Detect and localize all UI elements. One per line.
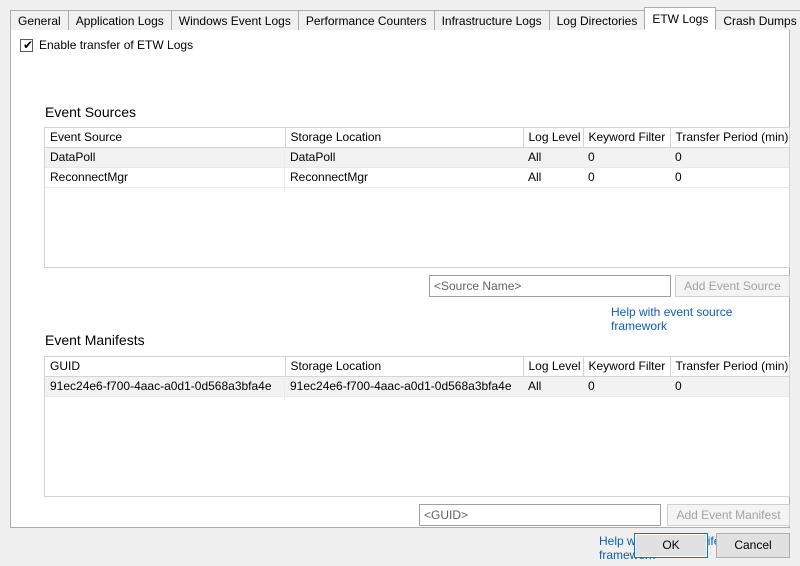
column-header-storage-location[interactable]: Storage Location — [285, 357, 524, 377]
tab-application-logs[interactable]: Application Logs — [67, 10, 172, 30]
event-manifests-table: GUID Storage Location Log Level Keyword … — [45, 357, 789, 417]
cell-log-level[interactable]: All — [523, 167, 583, 188]
grid-column-divider — [284, 150, 285, 192]
table-header-row: Event Source Storage Location Log Level … — [45, 128, 789, 148]
event-sources-table: Event Source Storage Location Log Level … — [45, 128, 789, 208]
cell-guid[interactable]: 91ec24e6-f700-4aac-a0d1-0d568a3bfa4e — [45, 376, 285, 397]
cancel-button[interactable]: Cancel — [716, 533, 790, 558]
table-row-empty — [45, 396, 789, 417]
cell-transfer-period[interactable]: 0 — [670, 167, 789, 188]
cell-storage-location[interactable]: DataPoll — [285, 147, 523, 168]
enable-transfer-checkbox[interactable]: ✔ — [20, 37, 34, 52]
event-manifests-heading: Event Manifests — [45, 332, 145, 348]
tab-crash-dumps[interactable]: Crash Dumps — [715, 10, 800, 30]
column-header-log-level[interactable]: Log Level — [523, 357, 584, 377]
column-header-guid[interactable]: GUID — [45, 357, 286, 377]
guid-input[interactable] — [419, 504, 661, 526]
cell-keyword-filter[interactable]: 0 — [583, 376, 670, 397]
event-manifests-grid[interactable]: GUID Storage Location Log Level Keyword … — [44, 356, 790, 497]
ok-button[interactable]: OK — [634, 533, 708, 558]
etw-logs-panel: ✔ Enable transfer of ETW Logs Event Sour… — [10, 29, 790, 562]
column-header-event-source[interactable]: Event Source — [45, 128, 286, 148]
tab-infrastructure-logs[interactable]: Infrastructure Logs — [433, 10, 550, 30]
cell-log-level[interactable]: All — [523, 376, 583, 397]
tab-windows-event-logs[interactable]: Windows Event Logs — [170, 10, 299, 30]
column-header-log-level[interactable]: Log Level — [523, 128, 584, 148]
column-header-keyword-filter[interactable]: Keyword Filter — [583, 128, 671, 148]
column-header-transfer-period[interactable]: Transfer Period (min) — [670, 357, 789, 377]
tab-etw-logs[interactable]: ETW Logs — [644, 7, 717, 30]
column-header-keyword-filter[interactable]: Keyword Filter — [583, 357, 671, 377]
column-header-transfer-period[interactable]: Transfer Period (min) — [670, 128, 789, 148]
cell-log-level[interactable]: All — [523, 147, 583, 168]
checkmark-icon: ✔ — [23, 37, 34, 52]
table-row-empty — [45, 187, 789, 208]
tab-strip: General Application Logs Windows Event L… — [10, 7, 800, 30]
cell-storage-location[interactable]: ReconnectMgr — [285, 167, 523, 188]
enable-transfer-label: Enable transfer of ETW Logs — [39, 38, 194, 52]
cell-keyword-filter[interactable]: 0 — [583, 147, 670, 168]
cell-transfer-period[interactable]: 0 — [670, 147, 789, 168]
cell-storage-location[interactable]: 91ec24e6-f700-4aac-a0d1-0d568a3bfa4e — [285, 376, 523, 397]
cell-keyword-filter[interactable]: 0 — [583, 167, 670, 188]
grid-column-divider — [284, 379, 285, 400]
add-event-source-button[interactable]: Add Event Source — [675, 275, 790, 297]
tab-log-directories[interactable]: Log Directories — [548, 10, 646, 30]
tab-general[interactable]: General — [10, 10, 69, 30]
help-event-source-framework-link[interactable]: Help with event source framework — [611, 305, 789, 333]
enable-transfer-row[interactable]: ✔ Enable transfer of ETW Logs — [20, 38, 193, 52]
tab-performance-counters[interactable]: Performance Counters — [297, 10, 435, 30]
cell-event-source[interactable]: ReconnectMgr — [45, 167, 285, 188]
table-row[interactable]: ReconnectMgr ReconnectMgr All 0 0 — [45, 167, 789, 188]
table-row[interactable]: 91ec24e6-f700-4aac-a0d1-0d568a3bfa4e 91e… — [45, 376, 789, 397]
column-header-storage-location[interactable]: Storage Location — [285, 128, 524, 148]
source-name-input[interactable] — [429, 275, 671, 297]
add-event-manifest-button[interactable]: Add Event Manifest — [667, 504, 790, 526]
table-row[interactable]: DataPoll DataPoll All 0 0 — [45, 147, 789, 168]
event-sources-grid[interactable]: Event Source Storage Location Log Level … — [44, 127, 790, 268]
cell-event-source[interactable]: DataPoll — [45, 147, 285, 168]
event-sources-heading: Event Sources — [45, 104, 137, 120]
cell-transfer-period[interactable]: 0 — [670, 376, 789, 397]
table-header-row: GUID Storage Location Log Level Keyword … — [45, 357, 789, 377]
